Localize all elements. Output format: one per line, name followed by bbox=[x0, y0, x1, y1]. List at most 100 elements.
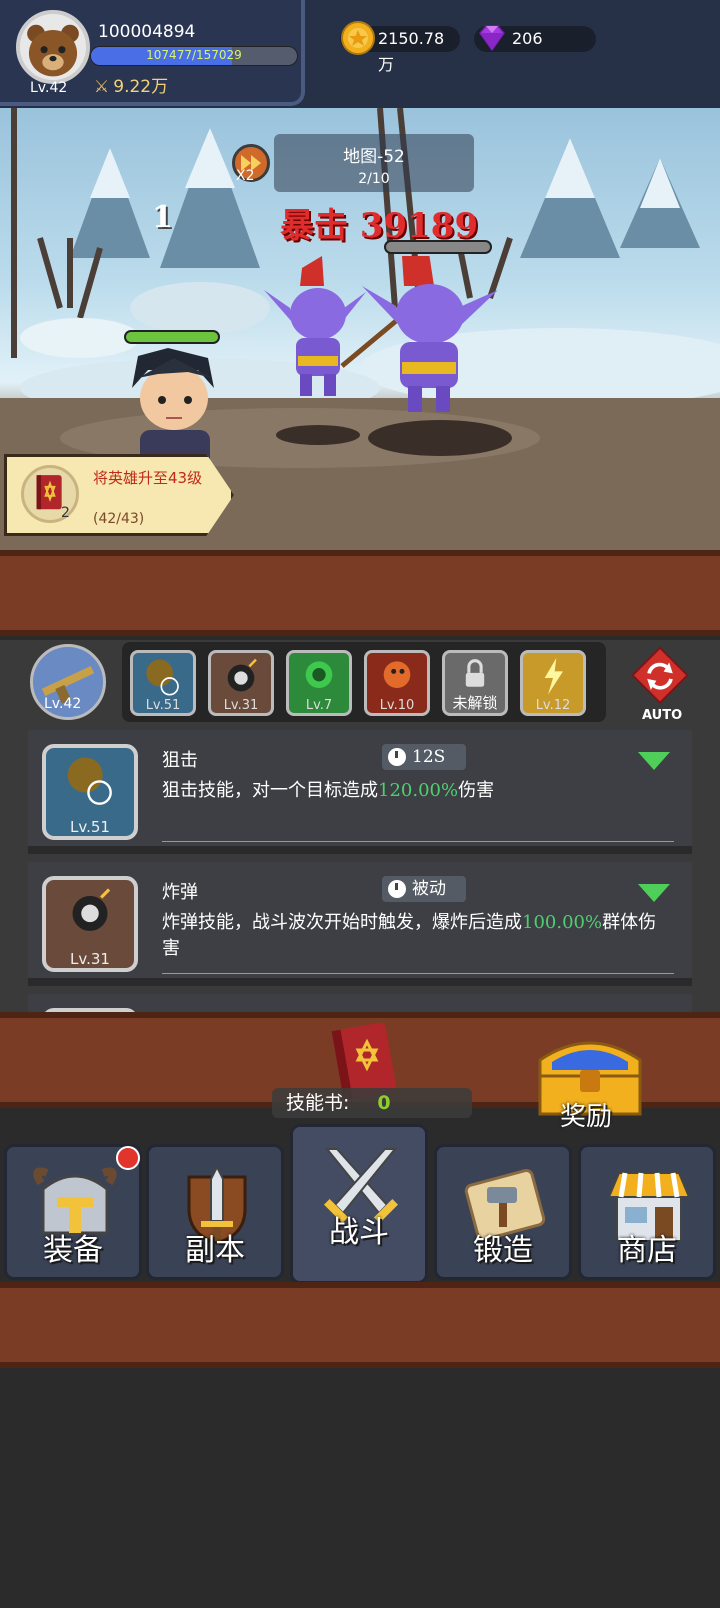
skill-slot-level: Lv.7 bbox=[305, 698, 333, 713]
hero-hp-bar bbox=[124, 330, 220, 344]
damage-number: 1 bbox=[152, 200, 173, 235]
divider bbox=[162, 841, 674, 842]
skill-slot-poison[interactable]: Lv.7 bbox=[286, 650, 352, 716]
bear-avatar-icon bbox=[20, 14, 86, 80]
battle-scene: X2 地图-52 2/10 1 暴击 39189 2 将英雄升至43级 (42/… bbox=[0, 108, 720, 550]
top-status-bar: Lv.42 100004894 107477/157029 ⚔ 9.22万 215… bbox=[0, 0, 720, 108]
quest-progress: (42/43) bbox=[93, 511, 145, 527]
combat-power: ⚔ 9.22万 bbox=[94, 72, 168, 97]
enemy-goblins[interactable] bbox=[262, 256, 522, 456]
bomb-skill-icon: Lv.31 bbox=[42, 876, 138, 972]
quest-book-count: 2 bbox=[61, 505, 70, 521]
speed-multiplier: X2 bbox=[236, 168, 255, 184]
quest-title: 将英雄升至43级 bbox=[93, 469, 203, 487]
weapon-level: Lv.42 bbox=[44, 696, 82, 712]
wood-divider-bottom bbox=[0, 1282, 720, 1368]
nav-tab-shop[interactable]: 商店 bbox=[578, 1144, 716, 1280]
skill-slot-sniper[interactable]: Lv.51 bbox=[130, 650, 196, 716]
skill-cooldown: 被动 bbox=[382, 876, 466, 902]
crossed-swords-small-icon: ⚔ bbox=[94, 77, 110, 97]
wave-counter: 2/10 bbox=[358, 171, 390, 187]
sniper-skill-icon: Lv.51 bbox=[42, 744, 138, 840]
clock-icon bbox=[388, 880, 406, 898]
nav-tab-battle[interactable]: 战斗 bbox=[290, 1124, 428, 1284]
auto-refresh-icon bbox=[631, 646, 689, 704]
bomb-icon bbox=[72, 888, 111, 931]
skill-cooldown-value: 12S bbox=[412, 747, 446, 767]
nav-label: 装备 bbox=[43, 1233, 103, 1268]
sniper-icon bbox=[67, 757, 112, 805]
skill-slot-bomb[interactable]: Lv.31 bbox=[208, 650, 274, 716]
skill-slot-level: Lv.51 bbox=[145, 698, 181, 713]
clock-icon bbox=[388, 748, 406, 766]
poison-icon bbox=[305, 661, 333, 688]
skill-panel: Lv.42 Lv.51 Lv.31 Lv.7 Lv.10 未解锁 Lv.12 A… bbox=[0, 640, 720, 1012]
gold-coin-icon bbox=[341, 21, 375, 55]
skill-desc-value: 100.00% bbox=[522, 912, 603, 933]
skill-desc-value: 120.00% bbox=[378, 780, 459, 801]
nav-label: 副本 bbox=[185, 1233, 245, 1268]
skill-slot-locked[interactable]: 未解锁 bbox=[442, 650, 508, 716]
lightning-icon bbox=[544, 658, 563, 695]
skill-list: Lv.51 狙击 12S 狙击技能，对一个目标造成120.00%伤害 Lv.31… bbox=[28, 730, 692, 1012]
purple-gem-icon bbox=[479, 25, 505, 52]
nav-tab-forge[interactable]: 锻造 bbox=[434, 1144, 572, 1280]
skill-row-partial[interactable] bbox=[28, 994, 692, 1012]
skill-level: Lv.31 bbox=[70, 950, 110, 968]
auto-skill-button[interactable] bbox=[626, 646, 694, 716]
skill-name: 炸弹 bbox=[162, 882, 198, 903]
skill-slot-level: Lv.12 bbox=[535, 698, 571, 713]
skill-desc-text-end: 伤害 bbox=[458, 780, 495, 801]
gem-value: 206 bbox=[512, 29, 543, 48]
expand-chevron-icon[interactable] bbox=[638, 752, 670, 770]
player-level: Lv.42 bbox=[30, 80, 68, 96]
exp-bar: 107477/157029 bbox=[90, 46, 298, 66]
skillbook-counter: 技能书: 0 bbox=[272, 1088, 472, 1118]
combat-power-value: 9.22万 bbox=[113, 77, 169, 97]
skill-slot-bar: Lv.51 Lv.31 Lv.7 Lv.10 未解锁 Lv.12 bbox=[122, 642, 606, 722]
skill-description: 炸弹技能，战斗波次开始时触发，爆炸后造成100.00%群体伤害 bbox=[162, 910, 672, 962]
wood-divider-top bbox=[0, 550, 720, 636]
skill-description: 狙击技能，对一个目标造成120.00%伤害 bbox=[162, 778, 672, 804]
quest-banner[interactable]: 2 将英雄升至43级 (42/43) bbox=[4, 454, 234, 536]
skill-row-bomb[interactable]: Lv.31 炸弹 被动 炸弹技能，战斗波次开始时触发，爆炸后造成100.00%群… bbox=[28, 862, 692, 986]
notification-dot bbox=[116, 1146, 140, 1170]
map-name: 地图-52 bbox=[343, 147, 405, 167]
nav-tab-dungeon[interactable]: 副本 bbox=[146, 1144, 284, 1280]
reward-label[interactable]: 奖励 bbox=[560, 1096, 612, 1133]
map-info: 地图-52 2/10 bbox=[274, 134, 474, 192]
hero-hp-fill bbox=[126, 332, 218, 342]
skill-slot-fire[interactable]: Lv.10 bbox=[364, 650, 430, 716]
nav-label: 锻造 bbox=[473, 1233, 533, 1268]
gold-counter[interactable]: 2150.78万 bbox=[340, 21, 460, 74]
auto-label: AUTO bbox=[642, 708, 683, 723]
skill-slot-level: Lv.31 bbox=[223, 698, 259, 713]
skill-book-icon bbox=[21, 465, 79, 523]
skill-slot-level: Lv.10 bbox=[379, 698, 415, 713]
expand-chevron-icon[interactable] bbox=[638, 884, 670, 902]
skill-cooldown: 12S bbox=[382, 744, 466, 770]
skill-level: Lv.51 bbox=[70, 818, 110, 836]
skill-cooldown-value: 被动 bbox=[412, 879, 446, 899]
nav-label: 战斗 bbox=[329, 1215, 389, 1250]
critical-damage-number: 暴击 39189 bbox=[280, 206, 479, 246]
hero-character[interactable] bbox=[118, 348, 228, 468]
bomb-icon bbox=[227, 658, 257, 692]
exp-text: 107477/157029 bbox=[146, 48, 242, 62]
gem-counter[interactable]: 206 bbox=[474, 25, 596, 52]
player-avatar[interactable] bbox=[16, 10, 90, 84]
skillbook-value: 0 bbox=[377, 1092, 391, 1114]
skill-slot-locked-label: 未解锁 bbox=[452, 694, 498, 712]
gold-value: 2150.78万 bbox=[378, 29, 445, 74]
fire-icon bbox=[383, 661, 411, 688]
skill-slot-lightning[interactable]: Lv.12 bbox=[520, 650, 586, 716]
divider bbox=[162, 973, 674, 974]
skillbook-label: 技能书: bbox=[286, 1092, 350, 1114]
skill-desc-text: 狙击技能，对一个目标造成 bbox=[162, 780, 378, 801]
skill-desc-text: 炸弹技能，战斗波次开始时触发，爆炸后造成 bbox=[162, 912, 522, 933]
player-id: 100004894 bbox=[98, 22, 196, 42]
nav-label: 商店 bbox=[617, 1233, 677, 1268]
skill-name: 狙击 bbox=[162, 750, 198, 771]
skill-row-sniper[interactable]: Lv.51 狙击 12S 狙击技能，对一个目标造成120.00%伤害 bbox=[28, 730, 692, 854]
sniper-icon bbox=[146, 659, 179, 696]
